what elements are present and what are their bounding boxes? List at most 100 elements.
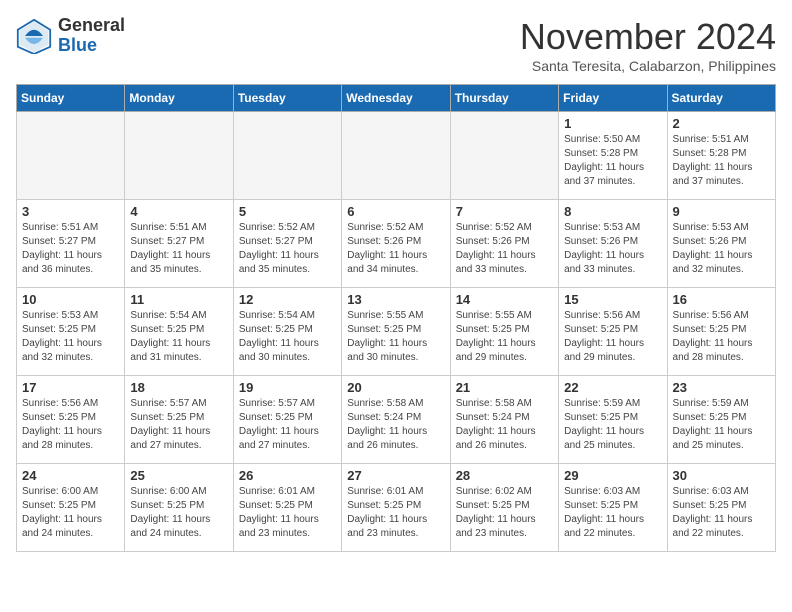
- day-info: Sunrise: 5:56 AM Sunset: 5:25 PM Dayligh…: [673, 309, 770, 365]
- calendar-cell: 24 Sunrise: 6:00 AM Sunset: 5:25 PM Dayli…: [17, 464, 125, 552]
- day-number: 28: [456, 468, 553, 483]
- day-number: 9: [673, 204, 770, 219]
- title-block: November 2024 Santa Teresita, Calabarzon…: [520, 16, 776, 74]
- calendar-cell: 22Sunrise: 5:59 AM Sunset: 5:25 PM Dayli…: [559, 376, 667, 464]
- calendar-cell: 16 Sunrise: 5:56 AM Sunset: 5:25 PM Dayli…: [667, 288, 775, 376]
- calendar-cell: 4 Sunrise: 5:51 AM Sunset: 5:27 PM Daylig…: [125, 200, 233, 288]
- logo-icon: [16, 18, 52, 54]
- calendar-cell: 3 Sunrise: 5:51 AM Sunset: 5:27 PM Daylig…: [17, 200, 125, 288]
- day-info: Sunrise: 6:03 AM Sunset: 5:25 PM Dayligh…: [564, 485, 661, 541]
- calendar-header: SundayMondayTuesdayWednesdayThursdayFrid…: [17, 85, 776, 112]
- day-number: 15: [564, 292, 661, 307]
- week-row-3: 10Sunrise: 5:53 AM Sunset: 5:25 PM Dayli…: [17, 288, 776, 376]
- calendar-cell: [233, 112, 341, 200]
- day-number: 4: [130, 204, 227, 219]
- day-info: Sunrise: 6:02 AM Sunset: 5:25 PM Dayligh…: [456, 485, 553, 541]
- day-info: Sunrise: 5:55 AM Sunset: 5:25 PM Dayligh…: [456, 309, 553, 365]
- day-number: 2: [673, 116, 770, 131]
- calendar-cell: 7 Sunrise: 5:52 AM Sunset: 5:26 PM Daylig…: [450, 200, 558, 288]
- day-info: Sunrise: 5:51 AM Sunset: 5:27 PM Dayligh…: [22, 221, 119, 277]
- day-info: Sunrise: 5:53 AM Sunset: 5:26 PM Dayligh…: [564, 221, 661, 277]
- day-info: Sunrise: 5:50 AM Sunset: 5:28 PM Dayligh…: [564, 133, 661, 189]
- day-number: 16: [673, 292, 770, 307]
- day-info: Sunrise: 6:00 AM Sunset: 5:25 PM Dayligh…: [22, 485, 119, 541]
- day-info: Sunrise: 5:57 AM Sunset: 5:25 PM Dayligh…: [239, 397, 336, 453]
- day-info: Sunrise: 5:53 AM Sunset: 5:25 PM Dayligh…: [22, 309, 119, 365]
- day-number: 6: [347, 204, 444, 219]
- calendar-cell: 29 Sunrise: 6:03 AM Sunset: 5:25 PM Dayli…: [559, 464, 667, 552]
- calendar-cell: 25Sunrise: 6:00 AM Sunset: 5:25 PM Dayli…: [125, 464, 233, 552]
- weekday-header-sunday: Sunday: [17, 85, 125, 112]
- day-number: 7: [456, 204, 553, 219]
- calendar-cell: 12 Sunrise: 5:54 AM Sunset: 5:25 PM Dayli…: [233, 288, 341, 376]
- calendar-cell: 15Sunrise: 5:56 AM Sunset: 5:25 PM Dayli…: [559, 288, 667, 376]
- calendar-cell: [17, 112, 125, 200]
- day-number: 26: [239, 468, 336, 483]
- day-info: Sunrise: 6:01 AM Sunset: 5:25 PM Dayligh…: [347, 485, 444, 541]
- calendar-subtitle: Santa Teresita, Calabarzon, Philippines: [520, 58, 776, 74]
- day-number: 12: [239, 292, 336, 307]
- day-number: 13: [347, 292, 444, 307]
- day-info: Sunrise: 5:58 AM Sunset: 5:24 PM Dayligh…: [456, 397, 553, 453]
- day-number: 18: [130, 380, 227, 395]
- week-row-5: 24 Sunrise: 6:00 AM Sunset: 5:25 PM Dayli…: [17, 464, 776, 552]
- weekday-header-tuesday: Tuesday: [233, 85, 341, 112]
- day-number: 5: [239, 204, 336, 219]
- calendar-body: 1Sunrise: 5:50 AM Sunset: 5:28 PM Daylig…: [17, 112, 776, 552]
- day-info: Sunrise: 5:53 AM Sunset: 5:26 PM Dayligh…: [673, 221, 770, 277]
- calendar-cell: 20 Sunrise: 5:58 AM Sunset: 5:24 PM Dayli…: [342, 376, 450, 464]
- calendar-cell: 27 Sunrise: 6:01 AM Sunset: 5:25 PM Dayli…: [342, 464, 450, 552]
- day-info: Sunrise: 5:52 AM Sunset: 5:26 PM Dayligh…: [456, 221, 553, 277]
- calendar-cell: 26Sunrise: 6:01 AM Sunset: 5:25 PM Dayli…: [233, 464, 341, 552]
- weekday-header-row: SundayMondayTuesdayWednesdayThursdayFrid…: [17, 85, 776, 112]
- calendar-cell: 6 Sunrise: 5:52 AM Sunset: 5:26 PM Daylig…: [342, 200, 450, 288]
- week-row-2: 3 Sunrise: 5:51 AM Sunset: 5:27 PM Daylig…: [17, 200, 776, 288]
- calendar-cell: 14 Sunrise: 5:55 AM Sunset: 5:25 PM Dayli…: [450, 288, 558, 376]
- weekday-header-saturday: Saturday: [667, 85, 775, 112]
- weekday-header-monday: Monday: [125, 85, 233, 112]
- calendar-cell: 2 Sunrise: 5:51 AM Sunset: 5:28 PM Daylig…: [667, 112, 775, 200]
- calendar-cell: 17 Sunrise: 5:56 AM Sunset: 5:25 PM Dayli…: [17, 376, 125, 464]
- day-number: 20: [347, 380, 444, 395]
- weekday-header-thursday: Thursday: [450, 85, 558, 112]
- calendar-cell: [450, 112, 558, 200]
- day-number: 30: [673, 468, 770, 483]
- calendar-cell: 10Sunrise: 5:53 AM Sunset: 5:25 PM Dayli…: [17, 288, 125, 376]
- weekday-header-wednesday: Wednesday: [342, 85, 450, 112]
- day-info: Sunrise: 5:59 AM Sunset: 5:25 PM Dayligh…: [564, 397, 661, 453]
- day-info: Sunrise: 5:54 AM Sunset: 5:25 PM Dayligh…: [130, 309, 227, 365]
- day-info: Sunrise: 5:58 AM Sunset: 5:24 PM Dayligh…: [347, 397, 444, 453]
- calendar-cell: [125, 112, 233, 200]
- day-info: Sunrise: 5:59 AM Sunset: 5:25 PM Dayligh…: [673, 397, 770, 453]
- day-info: Sunrise: 5:54 AM Sunset: 5:25 PM Dayligh…: [239, 309, 336, 365]
- calendar-cell: 8 Sunrise: 5:53 AM Sunset: 5:26 PM Daylig…: [559, 200, 667, 288]
- day-number: 17: [22, 380, 119, 395]
- day-number: 14: [456, 292, 553, 307]
- calendar-cell: 1Sunrise: 5:50 AM Sunset: 5:28 PM Daylig…: [559, 112, 667, 200]
- day-number: 24: [22, 468, 119, 483]
- week-row-4: 17 Sunrise: 5:56 AM Sunset: 5:25 PM Dayli…: [17, 376, 776, 464]
- day-info: Sunrise: 5:52 AM Sunset: 5:26 PM Dayligh…: [347, 221, 444, 277]
- day-info: Sunrise: 5:51 AM Sunset: 5:27 PM Dayligh…: [130, 221, 227, 277]
- calendar-cell: 5 Sunrise: 5:52 AM Sunset: 5:27 PM Daylig…: [233, 200, 341, 288]
- day-info: Sunrise: 5:56 AM Sunset: 5:25 PM Dayligh…: [22, 397, 119, 453]
- day-info: Sunrise: 5:55 AM Sunset: 5:25 PM Dayligh…: [347, 309, 444, 365]
- day-info: Sunrise: 5:51 AM Sunset: 5:28 PM Dayligh…: [673, 133, 770, 189]
- logo: General Blue: [16, 16, 125, 56]
- day-number: 8: [564, 204, 661, 219]
- day-number: 3: [22, 204, 119, 219]
- day-number: 11: [130, 292, 227, 307]
- day-info: Sunrise: 5:52 AM Sunset: 5:27 PM Dayligh…: [239, 221, 336, 277]
- day-info: Sunrise: 6:00 AM Sunset: 5:25 PM Dayligh…: [130, 485, 227, 541]
- day-number: 23: [673, 380, 770, 395]
- day-number: 19: [239, 380, 336, 395]
- calendar-title: November 2024: [520, 16, 776, 58]
- page-header: General Blue November 2024 Santa Teresit…: [16, 16, 776, 74]
- calendar-cell: 21Sunrise: 5:58 AM Sunset: 5:24 PM Dayli…: [450, 376, 558, 464]
- day-info: Sunrise: 6:03 AM Sunset: 5:25 PM Dayligh…: [673, 485, 770, 541]
- weekday-header-friday: Friday: [559, 85, 667, 112]
- day-number: 27: [347, 468, 444, 483]
- calendar-cell: 13 Sunrise: 5:55 AM Sunset: 5:25 PM Dayli…: [342, 288, 450, 376]
- day-number: 29: [564, 468, 661, 483]
- calendar-cell: 30 Sunrise: 6:03 AM Sunset: 5:25 PM Dayli…: [667, 464, 775, 552]
